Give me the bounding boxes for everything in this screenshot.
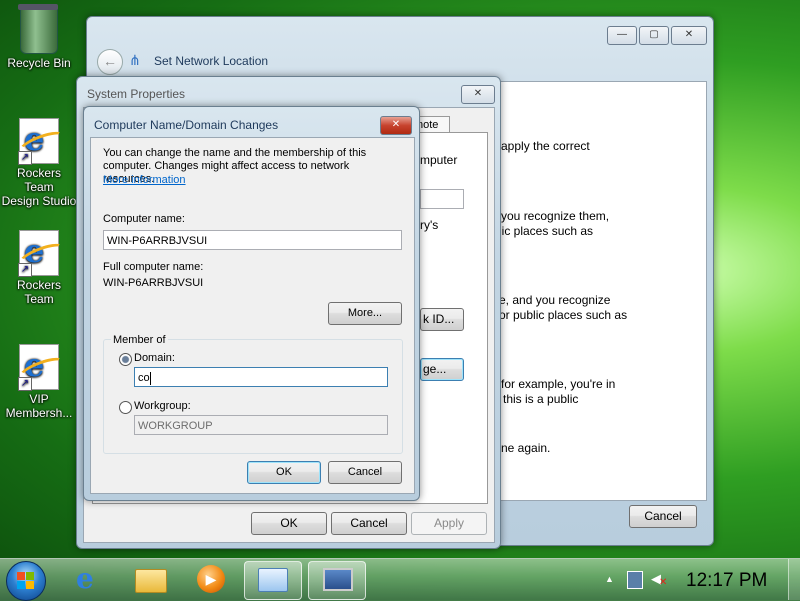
body-line: d you recognize them, (491, 209, 610, 223)
domain-field[interactable]: co (134, 367, 388, 387)
cancel-button[interactable]: Cancel (331, 512, 407, 535)
desktop-icon-label: VIP Membersh... (5, 392, 73, 420)
rockers-team-design-studio-icon[interactable]: e ↗ Rockers Team Design Studio (1, 118, 77, 208)
body-line: e, and you recognize (499, 293, 611, 307)
cancel-button[interactable]: Cancel (629, 505, 697, 528)
rockers-team-icon[interactable]: e ↗ Rockers Team (1, 230, 77, 306)
body-line: ne again. (501, 441, 551, 455)
computer-name-field[interactable]: WIN-P6ARRBJVSUI (103, 230, 402, 250)
ok-button[interactable]: OK (247, 461, 321, 484)
network-icon: ⋔ (129, 52, 141, 68)
start-button[interactable] (6, 561, 46, 601)
internet-explorer-icon: e ↗ (18, 230, 59, 277)
computer-name-label: Computer name: (103, 213, 185, 225)
partial-input (420, 189, 464, 209)
trash-bin-icon (18, 4, 58, 54)
workgroup-field[interactable]: WORKGROUP (134, 415, 388, 435)
network-tray-icon[interactable] (627, 571, 643, 589)
media-player-icon: ▶ (197, 565, 225, 593)
network-id-button[interactable]: k ID... (420, 308, 464, 331)
show-desktop-button[interactable] (788, 559, 800, 600)
minimize-button[interactable]: — (607, 26, 637, 45)
dialog-body: You can change the name and the membersh… (90, 137, 415, 494)
dialog-title: Computer Name/Domain Changes (94, 118, 279, 132)
apply-button[interactable]: Apply (411, 512, 487, 535)
body-line: or public places such as (499, 308, 628, 322)
monitor-icon (323, 568, 353, 591)
internet-explorer-icon: e ↗ (18, 344, 59, 391)
window-title: System Properties (87, 87, 186, 101)
workgroup-label: Workgroup: (134, 400, 191, 412)
desktop-icon-label: Rockers Team Design Studio (1, 166, 77, 208)
window-title: Set Network Location (154, 54, 269, 68)
body-line: lic places such as (499, 224, 594, 238)
partial-text: mputer (420, 153, 458, 167)
change-button[interactable]: ge... (420, 358, 464, 381)
taskbar-internet-explorer[interactable]: e (62, 561, 118, 598)
body-line: this is a public (503, 392, 579, 406)
workgroup-radio[interactable] (119, 401, 132, 414)
clock[interactable]: 12:17 PM (686, 570, 767, 592)
folder-icon (135, 569, 167, 593)
show-hidden-icons-button[interactable]: ▲ (605, 574, 614, 584)
desktop-icon-label: Rockers Team (16, 278, 61, 306)
taskbar: e ▶ ▲ ◀ ✕ 12:17 PM (0, 558, 800, 601)
internet-explorer-icon: e ↗ (18, 118, 59, 165)
cancel-button[interactable]: Cancel (328, 461, 402, 484)
maximize-button[interactable]: ▢ (639, 26, 669, 45)
full-name-label: Full computer name: (103, 261, 204, 273)
member-of-label: Member of (111, 334, 168, 346)
computer-name-dialog: Computer Name/Domain Changes ✕ You can c… (83, 106, 420, 501)
taskbar-windows-explorer[interactable] (122, 561, 178, 598)
body-line: for example, you're in (501, 377, 616, 391)
desktop-icon-label: Recycle Bin (7, 56, 71, 70)
taskbar-media-player[interactable]: ▶ (184, 561, 240, 598)
full-name-value: WIN-P6ARRBJVSUI (103, 277, 204, 289)
taskbar-network-window[interactable] (308, 561, 366, 600)
close-button[interactable]: ✕ (461, 85, 495, 104)
domain-radio[interactable] (119, 353, 132, 366)
volume-muted-icon[interactable]: ◀ ✕ (651, 570, 669, 588)
more-button[interactable]: More... (328, 302, 402, 325)
text-cursor (149, 371, 151, 385)
control-panel-icon (258, 568, 288, 592)
ok-button[interactable]: OK (251, 512, 327, 535)
taskbar-control-panel[interactable] (244, 561, 302, 600)
close-button[interactable]: ✕ (380, 116, 412, 135)
domain-value: co (138, 372, 150, 384)
back-arrow-icon[interactable]: ← (97, 49, 123, 75)
recycle-bin-icon[interactable]: Recycle Bin (1, 4, 77, 70)
windows-logo-icon (17, 572, 35, 590)
internet-explorer-icon: e (76, 562, 94, 595)
more-information-link[interactable]: More information (103, 174, 186, 186)
close-button[interactable]: ✕ (671, 26, 707, 45)
partial-text: ry's (420, 218, 439, 232)
body-line: apply the correct (501, 139, 590, 153)
vip-membership-icon[interactable]: e ↗ VIP Membersh... (1, 344, 77, 420)
domain-label: Domain: (134, 352, 175, 364)
